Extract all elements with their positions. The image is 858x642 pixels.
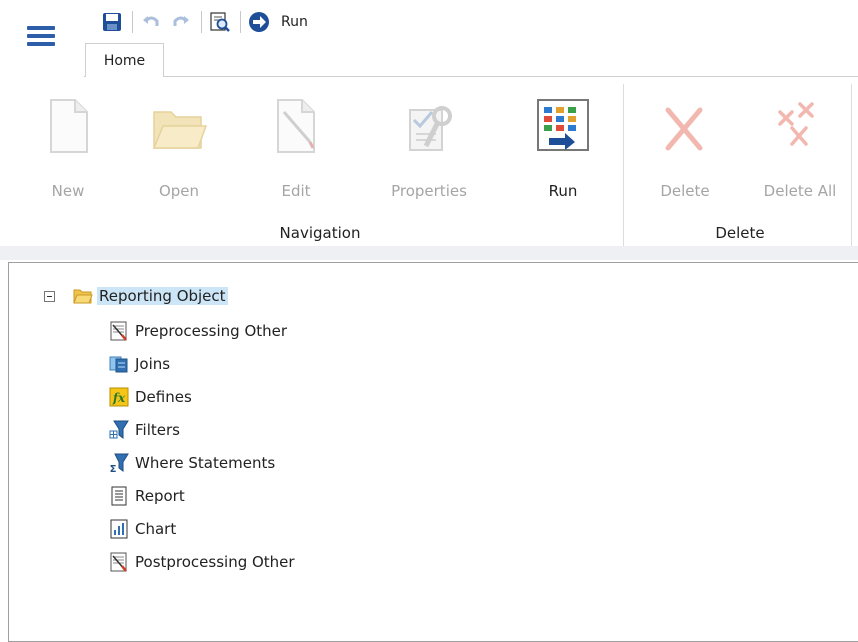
save-button[interactable] (100, 10, 124, 34)
properties-label: Properties (391, 182, 467, 200)
tree-item-postprocessing-other[interactable]: Postprocessing Other (109, 551, 295, 573)
tree-item-defines[interactable]: fx Defines (109, 386, 192, 408)
defines-icon: fx (109, 387, 129, 407)
undo-icon (143, 16, 159, 26)
svg-text:Σ: Σ (110, 464, 117, 473)
tree-item-preprocessing-other[interactable]: Preprocessing Other (109, 320, 287, 342)
menu-bar (27, 26, 55, 30)
run-icon (249, 12, 269, 32)
folder-icon (73, 286, 93, 306)
edit-document-icon (277, 99, 315, 153)
new-label: New (51, 182, 85, 200)
ribbon-group-separator (851, 84, 852, 248)
quick-access-toolbar: Run (100, 8, 308, 36)
delete-label: Delete (660, 182, 710, 200)
properties-button[interactable]: Properties (382, 98, 476, 200)
where-filter-icon: Σ (109, 453, 129, 473)
delete-all-icon (778, 102, 814, 146)
run-label: Run (548, 182, 578, 200)
tree-item-label: Joins (135, 355, 171, 373)
collapse-toggle-icon[interactable] (44, 291, 55, 302)
tree-item-label: Report (135, 487, 185, 505)
tree-item-joins[interactable]: Joins (109, 353, 170, 375)
joins-icon (109, 354, 129, 374)
ribbon: New Open Edit Properties Run Navigation … (0, 78, 858, 248)
new-document-icon (50, 99, 88, 153)
tab-home[interactable]: Home (85, 43, 164, 77)
toolbar-separator (132, 11, 133, 33)
delete-icon (665, 107, 703, 151)
delete-button[interactable]: Delete (650, 98, 720, 200)
preview-icon (210, 12, 230, 32)
ribbon-bottom-band (0, 246, 858, 260)
reporting-object-tree-panel: Reporting Object Preprocessing Other Joi… (8, 262, 858, 642)
open-folder-icon (152, 111, 207, 149)
report-icon (109, 486, 129, 506)
edit-label: Edit (281, 182, 311, 200)
ribbon-group-separator (623, 84, 624, 248)
svg-text:fx: fx (112, 391, 126, 405)
run-quick-label[interactable]: Run (281, 14, 308, 30)
menu-bar (27, 34, 55, 38)
filter-icon (109, 420, 129, 440)
properties-icon (409, 106, 452, 151)
group-label-delete: Delete (715, 224, 765, 242)
tree-item-label: Chart (135, 520, 177, 538)
edit-button[interactable]: Edit (264, 98, 328, 200)
tree-root-reporting-object[interactable]: Reporting Object (73, 285, 228, 307)
tree-item-label: Where Statements (135, 454, 276, 472)
redo-button[interactable] (169, 10, 193, 34)
tree-root-label: Reporting Object (97, 287, 228, 305)
new-button[interactable]: New (38, 98, 98, 200)
run-button[interactable]: Run (530, 98, 596, 200)
group-label-navigation: Navigation (279, 224, 361, 242)
run-quick-button[interactable] (247, 10, 271, 34)
tree-item-filters[interactable]: Filters (109, 419, 180, 441)
tree-item-label: Defines (135, 388, 192, 406)
redo-icon (173, 16, 189, 26)
tree-item-chart[interactable]: Chart (109, 518, 176, 540)
tree-item-label: Filters (135, 421, 180, 439)
save-icon (103, 13, 121, 31)
preview-button[interactable] (208, 10, 232, 34)
tabstrip-baseline (84, 76, 858, 77)
procedure-icon (109, 552, 129, 572)
run-report-icon (537, 99, 589, 151)
tree-item-where-statements[interactable]: Σ Where Statements (109, 452, 275, 474)
undo-button[interactable] (139, 10, 163, 34)
delete-all-label: Delete All (763, 182, 837, 200)
open-button[interactable]: Open (146, 98, 212, 200)
tree-item-label: Preprocessing Other (135, 322, 288, 340)
toolbar-separator (201, 11, 202, 33)
procedure-icon (109, 321, 129, 341)
delete-all-button[interactable]: Delete All (752, 98, 848, 200)
tree-item-label: Postprocessing Other (135, 553, 295, 571)
chart-icon (109, 519, 129, 539)
toolbar-separator (240, 11, 241, 33)
tree-item-report[interactable]: Report (109, 485, 185, 507)
ribbon-tabstrip: Home (0, 40, 858, 78)
open-label: Open (158, 182, 200, 200)
